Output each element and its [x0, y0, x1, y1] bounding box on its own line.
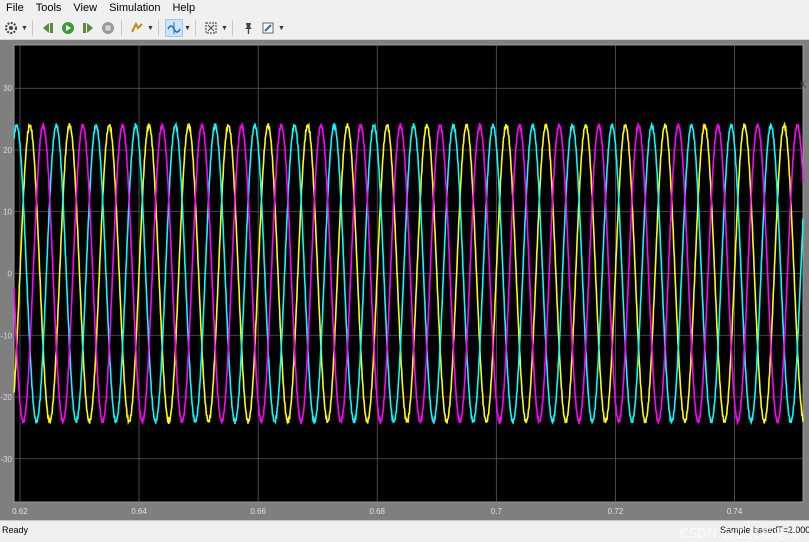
status-ready: Ready: [2, 525, 29, 535]
toolbar-separator: [195, 20, 196, 36]
style-icon[interactable]: [259, 19, 277, 37]
cursor-dropdown-icon[interactable]: ▼: [184, 25, 191, 32]
gear-icon[interactable]: [2, 19, 20, 37]
stop-icon[interactable]: [99, 19, 117, 37]
scope-plot[interactable]: 30 20 10 0 -10 -20 -30 0.62 0.64 0.66 0.68 0.7 0.72…: [0, 40, 809, 520]
toolbar: ▼ ▼ ▼ ▼ ▼: [0, 17, 809, 40]
y-tick-label: 0: [8, 270, 13, 279]
run-icon[interactable]: [59, 19, 77, 37]
y-tick-label: 20: [3, 146, 12, 155]
toolbar-separator: [121, 20, 122, 36]
step-forward-icon[interactable]: [79, 19, 97, 37]
scope-display[interactable]: 30 20 10 0 -10 -20 -30 0.62 0.64 0.66 0.68 0.7 0.72…: [0, 40, 809, 520]
undock-icon[interactable]: ⇱: [799, 80, 807, 91]
gear-dropdown-icon[interactable]: ▼: [21, 25, 28, 32]
y-tick-labels: 30 20 10 0 -10 -20 -30: [0, 84, 12, 464]
highlight-icon[interactable]: [128, 19, 146, 37]
highlight-dropdown-icon[interactable]: ▼: [147, 25, 154, 32]
status-bar: Ready Sample based T=2.000 CSDN @工具箱电马: [0, 520, 809, 542]
y-tick-label: -30: [0, 455, 12, 464]
x-tick-label: 0.62: [12, 507, 28, 516]
zoom-dropdown-icon[interactable]: ▼: [221, 25, 228, 32]
y-tick-label: -20: [0, 393, 12, 402]
menu-tools[interactable]: Tools: [30, 0, 68, 17]
cursor-measure-icon[interactable]: [165, 19, 183, 37]
menu-simulation[interactable]: Simulation: [103, 0, 166, 17]
toolbar-separator: [32, 20, 33, 36]
style-dropdown-icon[interactable]: ▼: [278, 25, 285, 32]
pin-icon[interactable]: [239, 19, 257, 37]
watermark: CSDN @工具箱电马: [679, 527, 799, 542]
x-tick-label: 0.74: [727, 507, 743, 516]
menu-help[interactable]: Help: [166, 0, 201, 17]
toolbar-separator: [158, 20, 159, 36]
x-tick-label: 0.7: [491, 507, 503, 516]
x-tick-label: 0.66: [250, 507, 266, 516]
zoom-fit-icon[interactable]: [202, 19, 220, 37]
x-tick-label: 0.68: [369, 507, 385, 516]
y-tick-label: -10: [0, 331, 12, 340]
y-tick-label: 30: [3, 84, 12, 93]
menu-view[interactable]: View: [67, 0, 103, 17]
menu-bar: File Tools View Simulation Help: [0, 0, 809, 17]
x-tick-label: 0.72: [608, 507, 624, 516]
toolbar-separator: [232, 20, 233, 36]
menu-file[interactable]: File: [0, 0, 30, 17]
x-tick-label: 0.64: [131, 507, 147, 516]
step-back-icon[interactable]: [39, 19, 57, 37]
y-tick-label: 10: [3, 208, 12, 217]
x-tick-labels: 0.62 0.64 0.66 0.68 0.7 0.72 0.74: [12, 507, 743, 516]
